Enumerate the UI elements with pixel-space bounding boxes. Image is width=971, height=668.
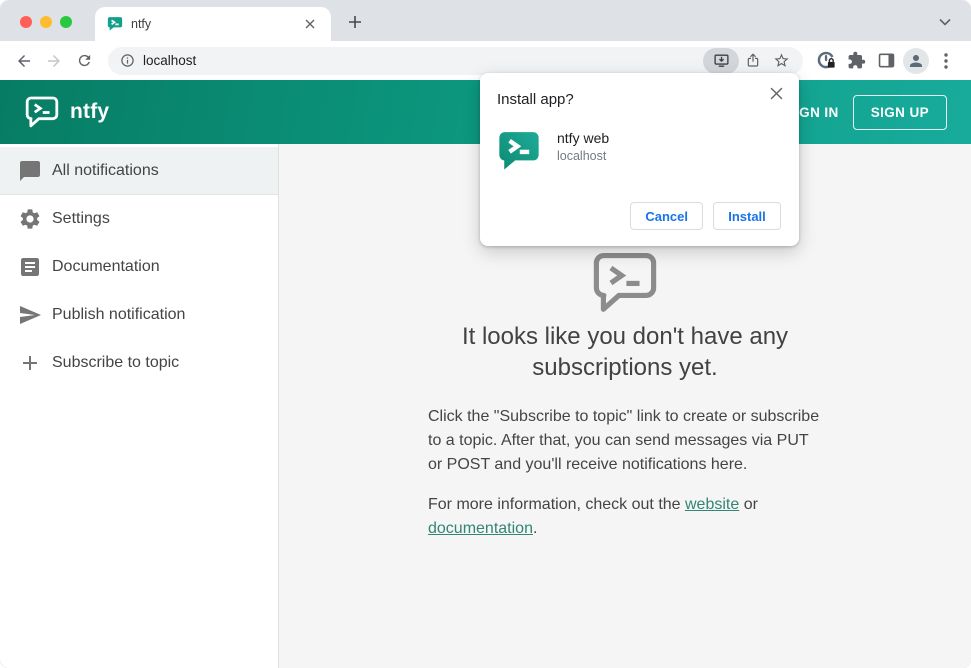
install-app-dialog: Install app? ntfy web localhost Cancel I…: [480, 73, 799, 246]
profile-avatar[interactable]: [901, 46, 931, 76]
close-window-button[interactable]: [20, 16, 32, 28]
dialog-app-name: ntfy web: [557, 130, 610, 146]
empty-state: It looks like you don't have any subscri…: [428, 252, 822, 541]
cancel-button[interactable]: Cancel: [630, 202, 703, 230]
dialog-app-origin: localhost: [557, 149, 607, 163]
back-button[interactable]: [10, 47, 38, 75]
window-controls: [20, 16, 72, 28]
toolbar-extensions-area: [811, 46, 961, 76]
tab-close-icon[interactable]: [301, 15, 319, 33]
sidebar-item-settings[interactable]: Settings: [0, 195, 278, 243]
sign-up-button[interactable]: SIGN UP: [852, 94, 947, 130]
sidebar-item-label: Subscribe to topic: [52, 354, 180, 371]
send-icon: [18, 303, 42, 327]
links-paragraph-suffix: .: [532, 520, 538, 537]
ntfy-favicon-icon: [107, 16, 123, 32]
empty-state-paragraph: Click the "Subscribe to topic" link to c…: [428, 408, 820, 473]
sidebar-item-all-notifications[interactable]: All notifications: [0, 147, 278, 195]
empty-state-links-paragraph: For more information, check out the webs…: [428, 493, 822, 541]
article-icon: [18, 255, 42, 279]
reload-button[interactable]: [70, 47, 98, 75]
tab-search-chevron-icon[interactable]: [939, 18, 951, 26]
address-bar[interactable]: localhost: [108, 46, 803, 75]
forward-button[interactable]: [40, 47, 68, 75]
sidebar-item-label: Documentation: [52, 258, 160, 275]
tab-strip: ntfy: [0, 0, 971, 41]
privacy-extension-icon[interactable]: [811, 46, 841, 76]
install-button[interactable]: Install: [713, 202, 781, 230]
sidebar-item-documentation[interactable]: Documentation: [0, 243, 278, 291]
install-app-icon[interactable]: [703, 47, 739, 74]
brand-title: ntfy: [70, 100, 110, 123]
sidebar-item-publish-notification[interactable]: Publish notification: [0, 291, 278, 339]
ntfy-app-icon: [497, 130, 541, 172]
side-panel-icon[interactable]: [871, 46, 901, 76]
browser-tab-ntfy[interactable]: ntfy: [95, 7, 331, 41]
dialog-title: Install app?: [497, 91, 574, 108]
sidebar-nav: All notifications Settings Documentation…: [0, 144, 279, 668]
minimize-window-button[interactable]: [40, 16, 52, 28]
tab-title: ntfy: [131, 17, 152, 31]
site-info-icon[interactable]: [120, 53, 135, 68]
new-tab-button[interactable]: [344, 11, 366, 33]
links-paragraph-prefix: For more information, check out the: [428, 496, 685, 513]
documentation-link[interactable]: documentation: [428, 520, 533, 537]
dialog-close-icon[interactable]: [766, 83, 786, 103]
ntfy-logo-icon: [25, 96, 59, 128]
sidebar-item-label: Publish notification: [52, 306, 186, 323]
fullscreen-window-button[interactable]: [60, 16, 72, 28]
browser-menu-icon[interactable]: [931, 46, 961, 76]
sidebar-item-label: All notifications: [52, 161, 159, 179]
links-paragraph-mid: or: [739, 496, 758, 513]
gear-icon: [18, 207, 42, 231]
extensions-puzzle-icon[interactable]: [841, 46, 871, 76]
ntfy-bubble-icon: [428, 252, 822, 313]
empty-state-heading: It looks like you don't have any subscri…: [461, 323, 789, 381]
website-link[interactable]: website: [685, 496, 739, 513]
bookmark-star-icon[interactable]: [767, 48, 795, 74]
share-icon[interactable]: [739, 48, 767, 74]
url-text[interactable]: localhost: [143, 53, 703, 68]
browser-window: ntfy localhost ntfy SIGN IN SIGN UP All …: [0, 0, 971, 668]
sidebar-item-subscribe-to-topic[interactable]: Subscribe to topic: [0, 339, 278, 387]
sidebar-item-label: Settings: [52, 210, 110, 227]
plus-icon: [18, 351, 42, 375]
chat-icon: [18, 159, 42, 183]
